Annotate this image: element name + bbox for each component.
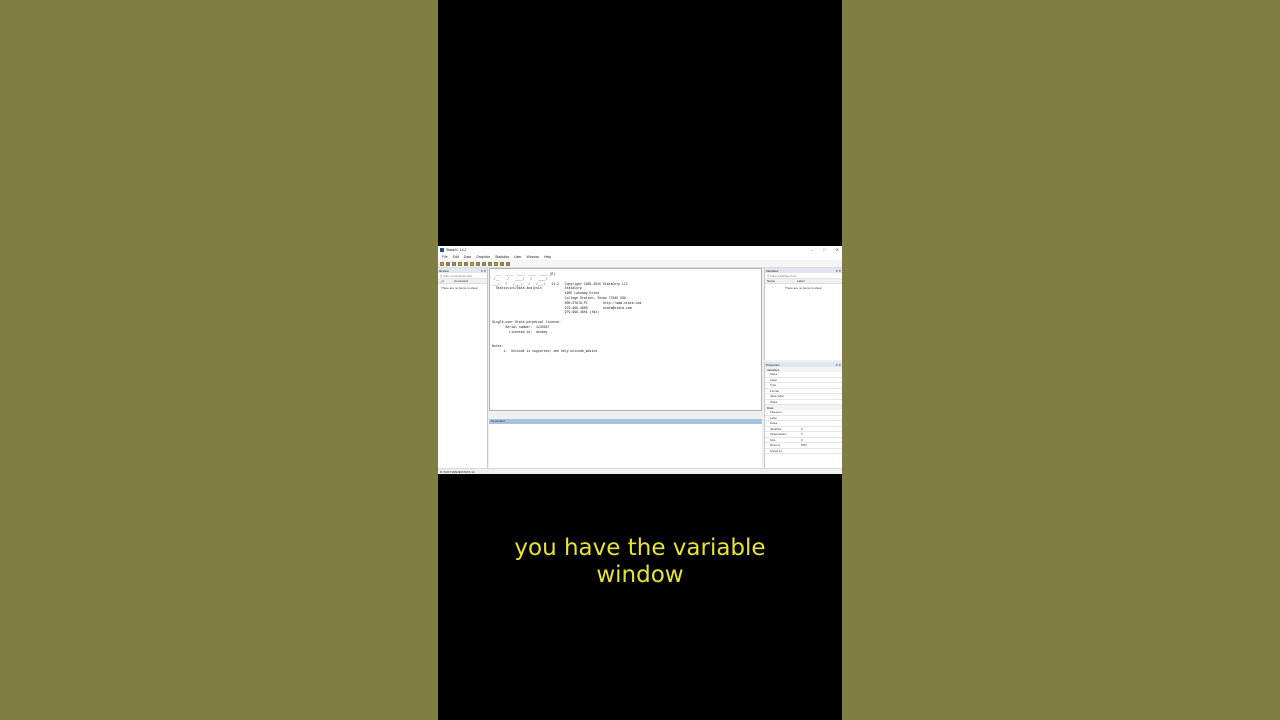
background-left (0, 0, 438, 720)
variables-col-name: Name (767, 279, 776, 283)
panel-pin-icon[interactable]: ▾ ✕ (836, 269, 841, 273)
menu-edit[interactable]: Edit (453, 255, 459, 259)
close-button[interactable]: ✕ (836, 246, 839, 253)
data-browser-icon[interactable] (488, 261, 492, 266)
results-window: ___ ____ ____ ____ ____ (R) /__ / ____/ … (489, 268, 762, 411)
print-icon[interactable] (452, 261, 456, 266)
graph-icon[interactable] (470, 261, 474, 266)
minimize-button[interactable]: – (811, 246, 813, 253)
toolbar (438, 260, 842, 268)
stata-window: Stata/IC 14.2 – □ ✕ File Edit Data Graph… (438, 246, 842, 474)
variables-filter-input[interactable]: Filter variables here (770, 274, 796, 278)
variables-empty-message: There are no items to show. (784, 286, 823, 290)
save-icon[interactable] (446, 261, 450, 266)
menu-graphics[interactable]: Graphics (476, 255, 490, 259)
window-title: Stata/IC 14.2 (446, 247, 467, 252)
viewer-icon[interactable] (464, 261, 468, 266)
video-caption: you have the variable window (438, 535, 842, 589)
title-bar: Stata/IC 14.2 – □ ✕ (438, 246, 842, 253)
do-file-editor-icon[interactable] (476, 261, 480, 266)
stata-logo-icon (440, 247, 444, 252)
background-right (842, 0, 1280, 720)
review-panel: Review ▾ ✕ ⚲ Filter commands here _rc Co… (438, 268, 488, 468)
property-row[interactable]: Sorted by (765, 449, 842, 454)
variables-manager-icon[interactable] (494, 261, 498, 266)
caption-line-2: window (596, 562, 684, 588)
status-bar: D:\SOFTWARE\STATA 14 (438, 468, 842, 474)
more-icon[interactable] (500, 261, 504, 266)
maximize-button[interactable]: □ (823, 246, 825, 253)
menu-help[interactable]: Help (544, 255, 551, 259)
menu-statistics[interactable]: Statistics (495, 255, 509, 259)
video-frame: Stata/IC 14.2 – □ ✕ File Edit Data Graph… (438, 0, 842, 720)
filter-icon: ⚲ (440, 273, 443, 278)
filter-icon: ⚲ (767, 273, 770, 278)
variables-col-label: Label (797, 279, 805, 283)
review-column-command: Command (454, 279, 469, 283)
variables-title: Variables (766, 268, 779, 273)
review-title: Review (439, 268, 449, 273)
log-icon[interactable] (458, 261, 462, 266)
open-icon[interactable] (440, 261, 444, 266)
command-input[interactable] (489, 424, 762, 468)
caption-line-1: you have the variable (514, 535, 766, 561)
review-filter-input[interactable]: Filter commands here (443, 274, 472, 278)
menu-window[interactable]: Window (527, 255, 539, 259)
rc-label: _rc (440, 279, 445, 283)
menu-user[interactable]: User (514, 255, 521, 259)
menu-file[interactable]: File (442, 255, 448, 259)
variables-panel: Variables ▾ ✕ ⚲ Filter variables here Na… (764, 268, 842, 360)
break-icon[interactable] (506, 261, 510, 266)
data-editor-icon[interactable] (482, 261, 486, 266)
review-empty-message: There are no items to show. (441, 286, 479, 290)
menu-data[interactable]: Data (464, 255, 471, 259)
panel-pin-icon[interactable]: ▾ ✕ (836, 363, 841, 367)
panel-pin-icon[interactable]: ▾ ✕ (481, 269, 486, 273)
properties-panel: Properties ▾ ✕ Variables Name Label Type… (764, 362, 842, 468)
properties-title: Properties (766, 362, 780, 367)
menu-bar: File Edit Data Graphics Statistics User … (438, 253, 842, 260)
